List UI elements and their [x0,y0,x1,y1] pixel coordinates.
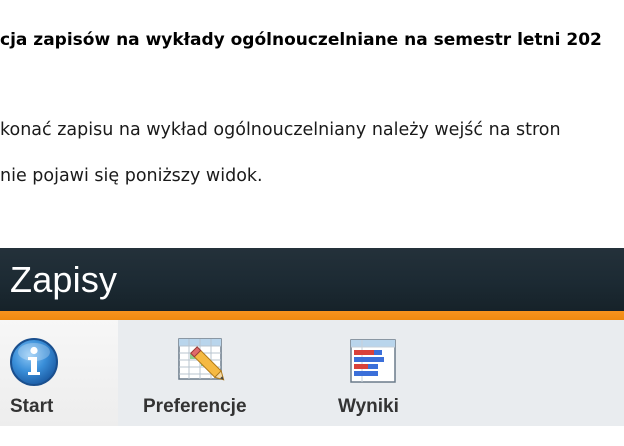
app-title: Zapisy [10,259,118,300]
nav-item-label: Wyniki [338,396,399,417]
info-icon [8,336,60,388]
accent-bar [0,311,624,320]
nav-item-wyniki[interactable]: Wyniki [284,320,450,426]
edit-grid-icon [176,336,230,386]
nav-item-start[interactable]: Start [0,320,118,426]
app-header: Zapisy [0,248,624,311]
document-heading: cja zapisów na wykłady ogólnouczelniane … [0,30,602,50]
document-paragraph-line: konać zapisu na wykład ogólnouczelniany … [0,120,561,140]
nav-item-label: Preferencje [143,396,247,417]
content-area [0,426,624,446]
document-paragraph-line: nie pojawi się poniższy widok. [0,166,263,186]
main-navigation: Start Preferencje Wyniki [0,320,624,426]
results-chart-icon [348,337,398,385]
nav-item-preferencje[interactable]: Preferencje [118,320,284,426]
zapisy-app-screenshot: Zapisy Start Preferencje Wyniki [0,248,624,446]
nav-item-label: Start [10,396,54,417]
